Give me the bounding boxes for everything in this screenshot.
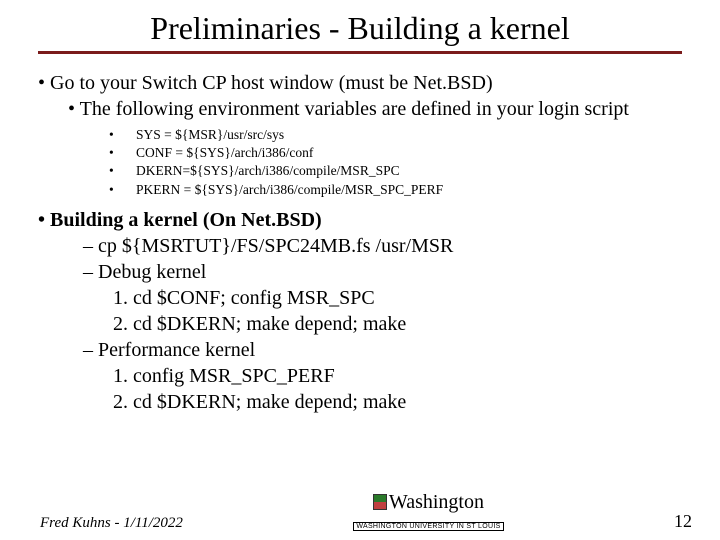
numbered-item: 1. cd $CONF; config MSR_SPC [28,285,692,311]
bullet-level2: The following environment variables are … [43,96,692,122]
numbered-item: 2. cd $DKERN; make depend; make [28,311,692,337]
env-var-item: PKERN = ${SYS}/arch/i386/compile/MSR_SPC… [131,181,692,199]
numbered-item: 1. config MSR_SPC_PERF [28,363,692,389]
bullet-level1: Go to your Switch CP host window (must b… [43,70,692,96]
dash-item: Debug kernel [42,259,692,285]
slide-content: Go to your Switch CP host window (must b… [28,70,692,415]
env-var-list: SYS = ${MSR}/usr/src/sys CONF = ${SYS}/a… [28,126,692,199]
footer-logo: Washington WASHINGTON UNIVERSITY IN ST L… [353,492,503,532]
dash-item: cp ${MSRTUT}/FS/SPC24MB.fs /usr/MSR [42,233,692,259]
footer-subtitle: WASHINGTON UNIVERSITY IN ST LOUIS [353,522,503,531]
env-var-item: CONF = ${SYS}/arch/i386/conf [131,144,692,162]
slide-title: Preliminaries - Building a kernel [38,10,682,54]
slide: Preliminaries - Building a kernel Go to … [0,0,720,415]
env-var-item: DKERN=${SYS}/arch/i386/compile/MSR_SPC [131,162,692,180]
dash-item: Performance kernel [42,337,692,363]
footer-author-date: Fred Kuhns - 1/11/2022 [40,515,183,532]
footer-university: Washington [389,491,484,513]
shield-icon [373,494,387,510]
env-var-item: SYS = ${MSR}/usr/src/sys [131,126,692,144]
page-number: 12 [674,511,692,532]
numbered-item: 2. cd $DKERN; make depend; make [28,389,692,415]
footer: Fred Kuhns - 1/11/2022 Washington WASHIN… [0,492,720,532]
bullet-level1-bold: Building a kernel (On Net.BSD) [43,207,692,233]
